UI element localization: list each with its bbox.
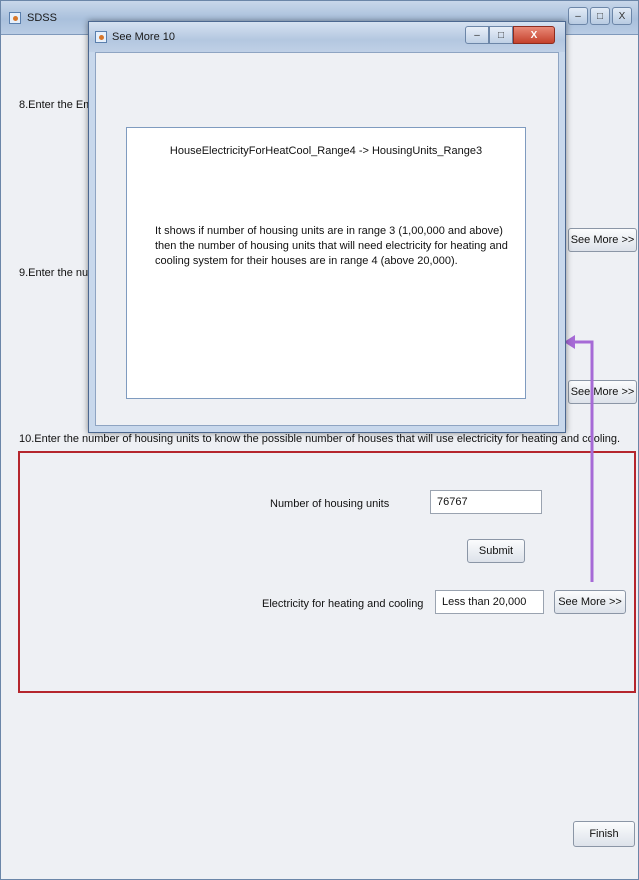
- see-more-button-q9[interactable]: See More >>: [568, 380, 637, 404]
- java-app-icon: [9, 12, 21, 24]
- question-10-label: 10.Enter the number of housing units to …: [19, 433, 621, 445]
- electricity-output-field[interactable]: Less than 20,000: [435, 590, 544, 614]
- java-app-icon: [95, 31, 107, 43]
- popup-body: HouseElectricityForHeatCool_Range4 -> Ho…: [95, 52, 559, 426]
- main-window-title: SDSS: [27, 12, 57, 24]
- rule-description: It shows if number of housing units are …: [155, 225, 508, 267]
- question-9-label: 9.Enter the num: [19, 267, 98, 279]
- finish-button[interactable]: Finish: [573, 821, 635, 847]
- see-more-popup-window: See More 10 – □ X HouseElectricityForHea…: [88, 21, 566, 433]
- minimize-button[interactable]: –: [568, 7, 588, 25]
- submit-button[interactable]: Submit: [467, 539, 525, 563]
- electricity-label: Electricity for heating and cooling: [262, 598, 424, 610]
- popup-maximize-button[interactable]: □: [489, 26, 513, 44]
- close-button[interactable]: X: [612, 7, 632, 25]
- popup-title: See More 10: [112, 31, 175, 43]
- popup-window-controls: – □ X: [465, 26, 555, 44]
- question-8-label: 8.Enter the Emp: [19, 99, 99, 111]
- popup-titlebar[interactable]: See More 10 – □ X: [89, 22, 565, 52]
- popup-minimize-button[interactable]: –: [465, 26, 489, 44]
- see-more-button-q10[interactable]: See More >>: [554, 590, 626, 614]
- see-more-button-q8[interactable]: See More >>: [568, 228, 637, 252]
- main-window-controls: – □ X: [568, 7, 632, 25]
- popup-close-button[interactable]: X: [513, 26, 555, 44]
- rule-heading: HouseElectricityForHeatCool_Range4 -> Ho…: [169, 145, 483, 157]
- question-10-highlight-box: [18, 451, 636, 693]
- housing-units-input[interactable]: 76767: [430, 490, 542, 514]
- maximize-button[interactable]: □: [590, 7, 610, 25]
- rule-info-panel: HouseElectricityForHeatCool_Range4 -> Ho…: [126, 127, 526, 399]
- housing-units-label: Number of housing units: [270, 498, 390, 510]
